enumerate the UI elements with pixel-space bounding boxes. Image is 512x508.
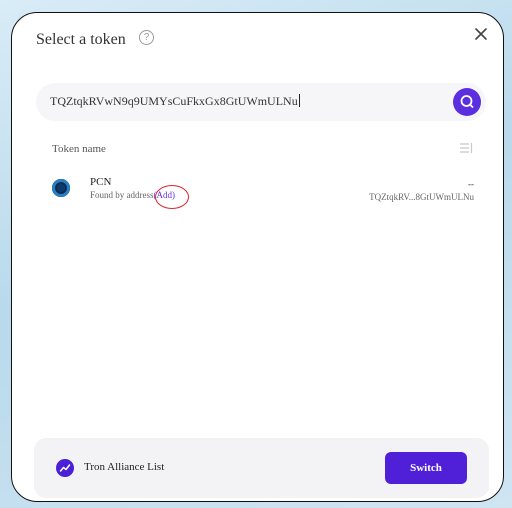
search-field[interactable]: TQZtqkRVwN9q9UMYsCuFkxGx8GtUWmULNu <box>36 83 486 121</box>
token-address: TQZtqkRV...8GtUWmULNu <box>369 192 474 202</box>
token-name-column-header: Token name <box>52 143 106 155</box>
search-input[interactable]: TQZtqkRVwN9q9UMYsCuFkxGx8GtUWmULNu <box>50 94 300 109</box>
select-token-modal: Select a token ? TQZtqkRVwN9q9UMYsCuFkxG… <box>11 12 504 502</box>
annotation-circle <box>155 185 189 209</box>
trend-chart-icon <box>56 459 74 477</box>
search-button[interactable] <box>453 88 481 116</box>
sort-icon[interactable] <box>459 142 473 154</box>
alliance-list-footer: Tron Alliance List Switch <box>34 438 489 498</box>
close-icon[interactable] <box>473 26 489 42</box>
trend-chart-icon-glyph <box>59 464 71 472</box>
help-icon[interactable]: ? <box>139 30 154 45</box>
text-caret <box>298 94 300 107</box>
switch-button[interactable]: Switch <box>385 452 467 484</box>
alliance-list-label: Tron Alliance List <box>84 461 165 473</box>
token-symbol: PCN <box>90 176 112 188</box>
found-by-text: Found by address <box>90 190 154 200</box>
pcn-token-logo-icon <box>52 179 70 197</box>
search-icon <box>460 95 474 108</box>
token-row[interactable]: PCN Found by address(Add) -- TQZtqkRV...… <box>36 173 486 217</box>
search-input-value: TQZtqkRVwN9q9UMYsCuFkxGx8GtUWmULNu <box>50 94 298 108</box>
token-balance: -- <box>468 179 474 189</box>
modal-title: Select a token <box>36 31 126 48</box>
